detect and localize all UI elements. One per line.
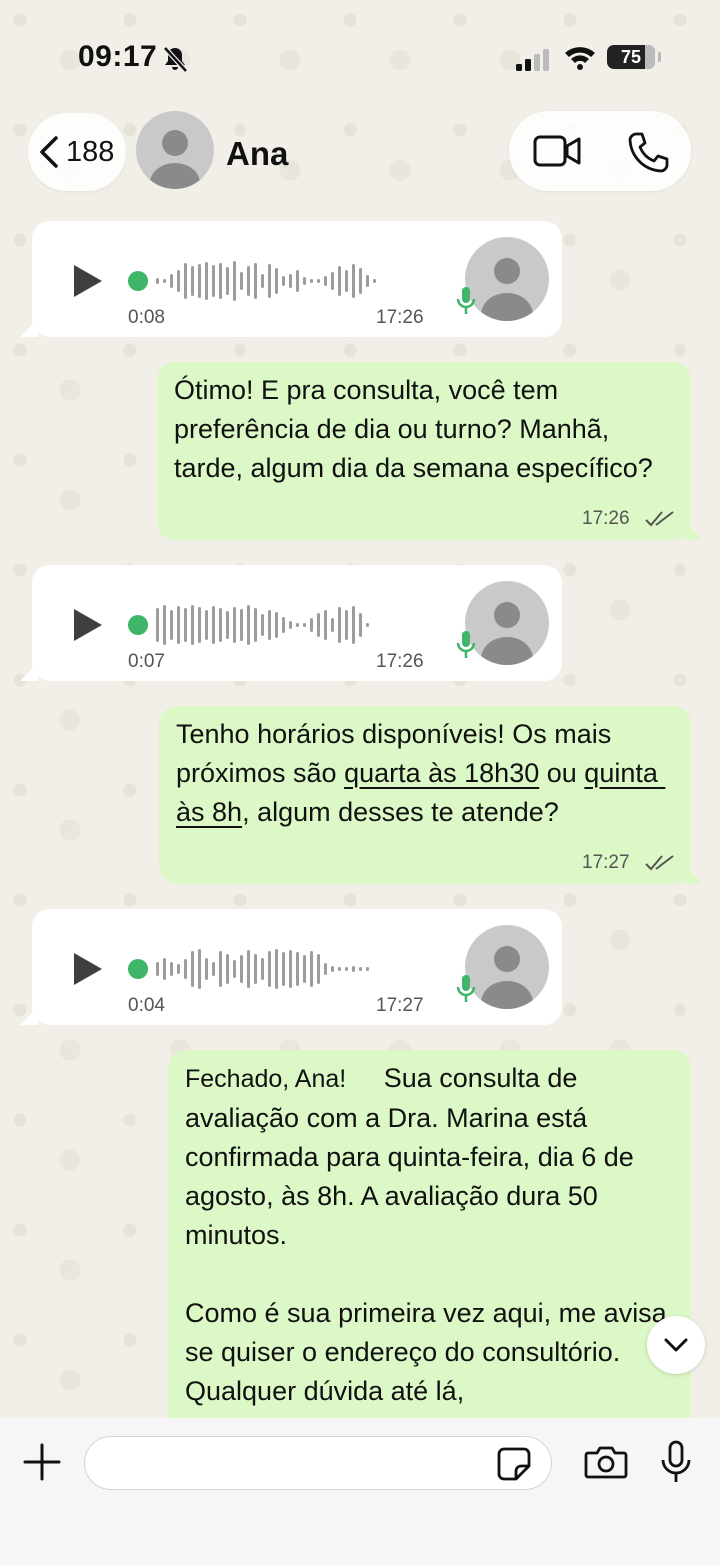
- waveform[interactable]: [128, 947, 369, 991]
- message-time: 17:26: [582, 508, 630, 529]
- contact-avatar[interactable]: [136, 111, 214, 189]
- message-text: Ótimo! E pra consulta, você tem preferên…: [174, 375, 653, 483]
- message-time: 17:26: [376, 651, 424, 672]
- message-text: Fechado, Ana! Sua consulta de avaliação …: [185, 1063, 675, 1406]
- contact-name[interactable]: Ana: [226, 135, 288, 173]
- play-icon[interactable]: [72, 607, 104, 643]
- voice-duration: 0:04: [128, 995, 165, 1016]
- waveform[interactable]: [128, 603, 369, 647]
- plus-icon[interactable]: [22, 1442, 62, 1482]
- voice-message: 0:07 17:26: [20, 565, 562, 681]
- mic-icon: [456, 631, 476, 658]
- composer-bar: [0, 1418, 720, 1565]
- sender-avatar: [465, 581, 549, 665]
- status-time: 09:17: [78, 40, 158, 73]
- message-greeting: Fechado, Ana!: [185, 1065, 347, 1093]
- chevron-down-icon: [664, 1338, 688, 1352]
- play-icon[interactable]: [72, 951, 104, 987]
- battery-indicator: 75: [607, 45, 661, 69]
- phone-icon[interactable]: [627, 131, 669, 173]
- message-input[interactable]: [84, 1436, 552, 1490]
- video-icon[interactable]: [533, 133, 583, 169]
- mic-icon: [456, 975, 476, 1002]
- waveform[interactable]: [128, 259, 376, 303]
- sender-avatar: [465, 925, 549, 1009]
- voice-message: 0:04 17:27: [20, 909, 562, 1025]
- signal-icon: [516, 49, 549, 71]
- outgoing-message: Tenho horários disponíveis! Os mais próx…: [159, 706, 703, 884]
- sticker-icon[interactable]: [496, 1446, 532, 1482]
- sender-avatar: [465, 237, 549, 321]
- call-actions: [509, 111, 691, 191]
- outgoing-message: Ótimo! E pra consulta, você tem preferên…: [157, 362, 703, 540]
- voice-duration: 0:07: [128, 651, 165, 672]
- play-icon[interactable]: [72, 263, 104, 299]
- double-check-icon: [645, 511, 674, 527]
- message-time: 17:27: [376, 995, 424, 1016]
- chat-header: 188 Ana: [0, 105, 720, 205]
- wifi-icon: [565, 47, 595, 70]
- voice-message: 0:08 17:26: [20, 221, 562, 337]
- unread-count: 188: [66, 135, 115, 168]
- mic-icon: [456, 287, 476, 314]
- scroll-to-bottom-button[interactable]: [647, 1316, 705, 1374]
- chevron-left-icon: [40, 136, 58, 168]
- double-check-icon: [645, 855, 674, 871]
- message-text: Tenho horários disponíveis! Os mais próx…: [176, 719, 666, 827]
- mic-icon[interactable]: [660, 1440, 692, 1484]
- back-button[interactable]: 188: [28, 113, 126, 191]
- voice-duration: 0:08: [128, 307, 165, 328]
- outgoing-message: Fechado, Ana! Sua consulta de avaliação …: [168, 1050, 691, 1450]
- message-time: 17:26: [376, 307, 424, 328]
- camera-icon[interactable]: [584, 1444, 628, 1480]
- date-link[interactable]: quarta às 18h30: [344, 758, 539, 788]
- bell-slash-icon: [163, 46, 188, 73]
- message-time: 17:27: [582, 852, 630, 873]
- status-bar: 09:17 75: [0, 0, 720, 110]
